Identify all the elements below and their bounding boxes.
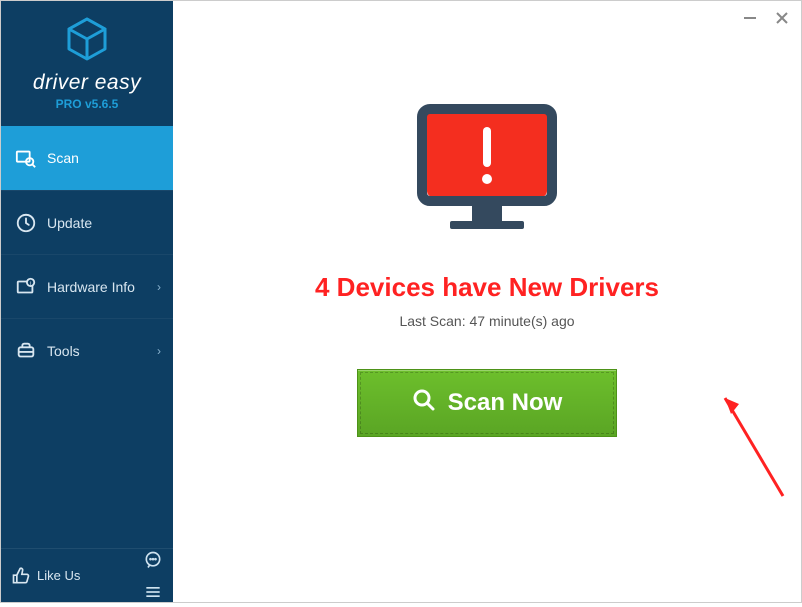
chevron-right-icon: › (157, 344, 161, 358)
like-us-label: Like Us (37, 568, 80, 583)
feedback-icon[interactable] (143, 550, 163, 570)
update-icon (15, 212, 37, 234)
scan-button-label: Scan Now (448, 389, 563, 417)
last-scan-text: Last Scan: 47 minute(s) ago (399, 313, 574, 329)
bottom-icons (143, 550, 163, 602)
hardware-icon: i (15, 276, 37, 298)
nav: Scan Update i (1, 126, 173, 548)
menu-icon[interactable] (143, 582, 163, 602)
brand-logo-icon (64, 16, 110, 67)
chevron-right-icon: › (157, 280, 161, 294)
scan-headline: 4 Devices have New Drivers (315, 272, 659, 303)
sidebar-bottom: Like Us (1, 548, 173, 602)
search-icon (412, 388, 436, 419)
like-us-button[interactable]: Like Us (11, 566, 80, 586)
sidebar-item-hardware[interactable]: i Hardware Info › (1, 254, 173, 318)
scan-icon (15, 147, 37, 169)
thumbs-up-icon (11, 566, 31, 586)
scan-now-button[interactable]: Scan Now (357, 369, 617, 437)
alert-monitor-icon (412, 101, 562, 246)
sidebar-item-update[interactable]: Update (1, 190, 173, 254)
main-panel: 4 Devices have New Drivers Last Scan: 47… (173, 1, 801, 602)
app-window: driver easy PRO v5.6.5 Scan (0, 0, 802, 603)
annotation-arrow-icon (713, 386, 802, 506)
sidebar-item-scan[interactable]: Scan (1, 126, 173, 190)
sidebar-item-label: Update (47, 215, 92, 231)
svg-text:i: i (30, 281, 31, 287)
close-button[interactable] (773, 9, 791, 27)
sidebar-item-label: Scan (47, 150, 79, 166)
window-controls (741, 9, 791, 27)
sidebar: driver easy PRO v5.6.5 Scan (1, 1, 173, 602)
tools-icon (15, 340, 37, 362)
minimize-button[interactable] (741, 9, 759, 27)
sidebar-item-tools[interactable]: Tools › (1, 318, 173, 382)
sidebar-item-label: Hardware Info (47, 279, 135, 295)
brand-name: driver easy (33, 71, 141, 95)
logo-area: driver easy PRO v5.6.5 (1, 1, 173, 126)
sidebar-item-label: Tools (47, 343, 80, 359)
version-label: PRO v5.6.5 (56, 97, 119, 111)
